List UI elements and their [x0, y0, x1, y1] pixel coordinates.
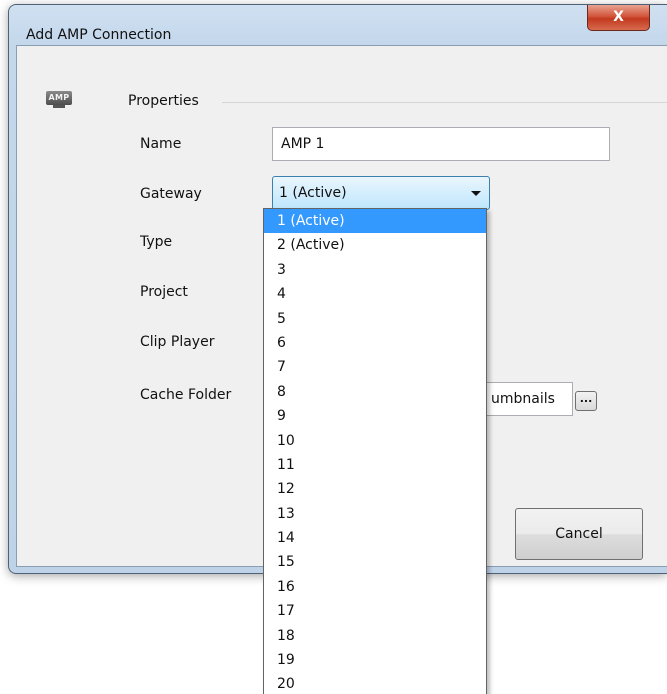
title-bar[interactable]: Add AMP Connection X — [9, 5, 667, 45]
gateway-option[interactable]: 8 — [264, 380, 486, 404]
gateway-option[interactable]: 1 (Active) — [264, 209, 486, 234]
gateway-option[interactable]: 20 — [264, 672, 486, 694]
gateway-option[interactable]: 4 — [264, 282, 486, 306]
chevron-down-icon — [471, 191, 481, 196]
name-input-value: AMP 1 — [281, 136, 325, 152]
name-label: Name — [140, 136, 182, 152]
gateway-option[interactable]: 13 — [264, 502, 486, 526]
browse-folder-button[interactable]: ... — [575, 391, 597, 411]
gateway-option[interactable]: 11 — [264, 453, 486, 477]
gateway-label: Gateway — [140, 186, 202, 202]
ellipsis-icon: ... — [579, 392, 593, 405]
gateway-option[interactable]: 12 — [264, 477, 486, 501]
properties-divider — [222, 102, 667, 103]
gateway-option[interactable]: 10 — [264, 429, 486, 453]
type-label: Type — [140, 234, 173, 250]
properties-heading: Properties — [128, 93, 199, 109]
gateway-option[interactable]: 3 — [264, 258, 486, 282]
gateway-option[interactable]: 2 (Active) — [264, 233, 486, 257]
gateway-option[interactable]: 9 — [264, 404, 486, 428]
gateway-option[interactable]: 19 — [264, 648, 486, 672]
gateway-selected-value: 1 (Active) — [279, 185, 347, 201]
gateway-option[interactable]: 7 — [264, 355, 486, 379]
cache-folder-label: Cache Folder — [140, 387, 232, 403]
cache-folder-value: umbnails — [491, 391, 555, 407]
gateway-option[interactable]: 6 — [264, 331, 486, 355]
name-input[interactable]: AMP 1 — [272, 127, 610, 161]
gateway-option[interactable]: 17 — [264, 599, 486, 623]
gateway-option[interactable]: 15 — [264, 550, 486, 574]
clip-player-label: Clip Player — [140, 334, 215, 350]
close-icon: X — [613, 9, 624, 25]
gateway-option[interactable]: 5 — [264, 307, 486, 331]
cancel-button[interactable]: Cancel — [515, 508, 643, 560]
amp-device-icon: AMP — [46, 91, 72, 108]
gateway-dropdown[interactable]: 1 (Active) — [272, 176, 490, 210]
project-label: Project — [140, 284, 188, 300]
window-title: Add AMP Connection — [26, 27, 172, 43]
gateway-option[interactable]: 14 — [264, 526, 486, 550]
close-button[interactable]: X — [587, 5, 650, 31]
gateway-options-list[interactable]: 1 (Active) 2 (Active) 3 4 5 6 7 8 9 10 11 12 13 14 15 1… — [263, 208, 487, 694]
gateway-option[interactable]: 16 — [264, 575, 486, 599]
gateway-option[interactable]: 18 — [264, 624, 486, 648]
